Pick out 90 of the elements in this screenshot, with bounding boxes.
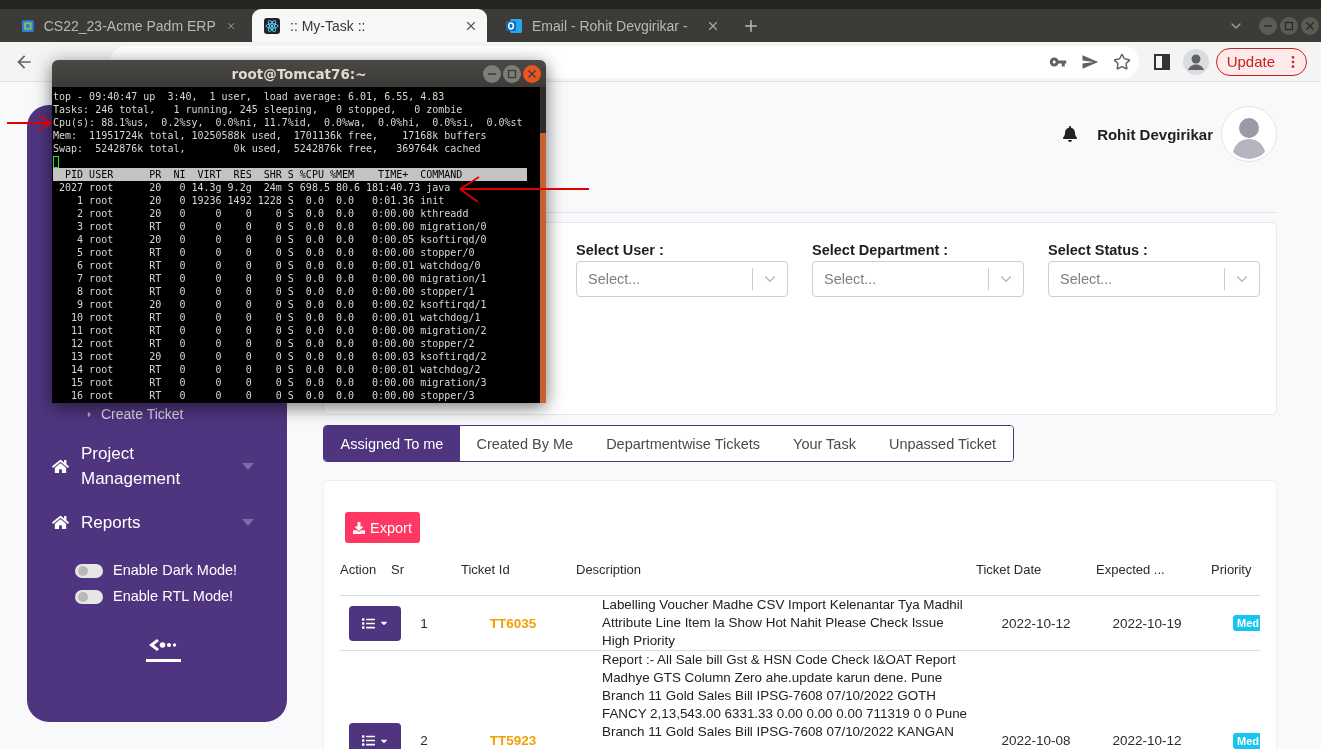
table-cell: 1 — [420, 615, 428, 631]
browser-tab[interactable]: :: My-Task :: — [252, 9, 487, 42]
update-button[interactable]: Update — [1215, 47, 1307, 76]
process-row-text: 11 root RT 0 0 0 0 S 0.0 0.0 0:00.00 migration/2 — [70, 324, 487, 337]
process-row-text: 16 root RT 0 0 0 0 S 0.0 0.0 0:00.00 stopper/3 — [70, 389, 475, 402]
column-header: Expected ... — [1096, 561, 1165, 577]
process-row-text: 9 root 20 0 0 0 0 S 0.0 0.0 0:00.02 ksoftirqd/1 — [76, 298, 487, 311]
toggle-label: Enable Dark Mode! — [113, 562, 238, 579]
terminal-line: Swap: 5242876k total, 0k used, 5242876k free, 369764k cached — [53, 142, 481, 155]
terminal-title: root@Tomcat76:~ — [231, 65, 367, 82]
user-name: Rohit Devgirikar — [1097, 125, 1213, 143]
download-icon — [353, 521, 365, 534]
tab[interactable]: Departmentwise Tickets — [589, 426, 777, 461]
collapse-arrow-icon[interactable] — [149, 639, 177, 651]
caret-down-icon — [242, 519, 254, 526]
scrollbar-thumb[interactable] — [540, 133, 546, 403]
process-row-text: 12 root RT 0 0 0 0 S 0.0 0.0 0:00.00 stopper/2 — [70, 337, 475, 350]
star-icon[interactable] — [1112, 52, 1131, 71]
sidebar-item[interactable]: Project Management — [27, 441, 287, 491]
terminal-line: Cpu(s): 88.1%us, 0.2%sy, 0.0%ni, 11.7%id, 0.0%wa, 0.0%hi, 0.0%si, 0.0%st — [53, 116, 523, 129]
tab[interactable]: Created By Me — [459, 426, 590, 461]
maximize-icon[interactable] — [503, 64, 521, 83]
process-row-text: 7 root RT 0 0 0 0 S 0.0 0.0 0:00.00 migration/1 — [76, 272, 487, 285]
column-header: Priority — [1211, 561, 1252, 577]
process-row-text: 1 root 20 0 19236 1492 1228 S 0.0 0.0 0:01.36 init — [76, 194, 445, 207]
mail-logo-icon — [506, 17, 522, 34]
select-field[interactable]: Select... — [576, 261, 788, 297]
bell-icon[interactable] — [1062, 126, 1079, 142]
priority-badge: Med — [1233, 615, 1260, 631]
column-header: Description — [576, 561, 642, 577]
filter-label: Select Department : — [812, 241, 950, 259]
table-cell: 2022-10-12 — [1112, 733, 1182, 748]
caret-down-icon — [242, 462, 254, 470]
profile-icon[interactable] — [1182, 48, 1209, 75]
process-row-text: 15 root RT 0 0 0 0 S 0.0 0.0 0:00.00 migration/3 — [70, 376, 487, 389]
select-field[interactable]: Select... — [1048, 261, 1260, 297]
action-menu-button[interactable] — [349, 723, 401, 749]
close-icon[interactable] — [523, 64, 541, 83]
table-cell: 2022-10-19 — [1112, 615, 1182, 631]
select-field[interactable]: Select... — [812, 261, 1024, 297]
sidebar-item[interactable]: Reports — [27, 510, 287, 535]
toggle-label: Enable RTL Mode! — [113, 588, 234, 605]
ticket-description: Report :- All Sale bill Gst & HSN Code Check I&OAT Report Madhye GTS Column Zero ahe.update karun dene. Pune Branch 11 Gold Sales Bill IPSG-7608 07/10/2022 GOTH FANCY 2,13,543.00 6331.33 0.00 0.00 0.00 711319 0 0 Pune Branch 11 Gold Sales Bill IPSG-7608 07/10/2022 KANGAN — [601, 651, 969, 741]
action-menu-button[interactable] — [349, 605, 401, 641]
process-row-text: 10 root RT 0 0 0 0 S 0.0 0.0 0:00.01 watchdog/1 — [70, 311, 481, 324]
cursor-icon — [53, 155, 59, 168]
export-button[interactable]: Export — [345, 512, 420, 543]
column-header: Sr — [391, 561, 404, 577]
process-row-text: 13 root 20 0 0 0 0 S 0.0 0.0 0:00.03 ksoftirqd/2 — [70, 350, 487, 363]
home-icon — [52, 514, 69, 531]
toggle-switch[interactable] — [75, 589, 103, 604]
side-panel-icon[interactable] — [1153, 53, 1170, 70]
process-row-text: 4 root 20 0 0 0 0 S 0.0 0.0 0:00.05 ksoftirqd/0 — [76, 233, 487, 246]
minimize-icon[interactable] — [483, 64, 501, 83]
browser-tab[interactable]: Email - Rohit Devgirikar - — [494, 9, 729, 42]
process-row-text: 2027 root 20 0 14.3g 9.2g 24m S 698.5 80.6 181:40.73 java — [58, 181, 451, 194]
sidebar-item[interactable]: Create Ticket — [27, 406, 227, 422]
caret-right-icon — [85, 409, 94, 419]
toggle-switch[interactable] — [75, 563, 103, 578]
column-header: Action — [340, 561, 377, 577]
home-icon — [52, 457, 69, 475]
tab[interactable]: Unpassed Ticket — [872, 426, 1013, 461]
column-header: Ticket Date — [976, 561, 1042, 577]
filter-label: Select User : — [576, 241, 665, 259]
process-row-text: 3 root RT 0 0 0 0 S 0.0 0.0 0:00.00 migration/0 — [76, 220, 487, 233]
list-icon — [361, 734, 375, 747]
priority-badge: Med — [1233, 732, 1260, 749]
process-row-text: 5 root RT 0 0 0 0 S 0.0 0.0 0:00.00 stopper/0 — [76, 246, 475, 259]
filter-label: Select Status : — [1048, 241, 1149, 259]
tab[interactable]: Assigned To me — [324, 426, 460, 461]
browser-tab[interactable]: CS22_23-Acme Padm ERP — [10, 9, 245, 42]
terminal-line: Tasks: 246 total, 1 running, 245 sleeping, 0 stopped, 0 zombie — [53, 103, 463, 116]
table-cell: 2022-10-08 — [1001, 733, 1071, 748]
process-table-header: PID USER PR NI VIRT RES SHR S %CPU %MEM TIME+ COMMAND — [53, 168, 527, 181]
process-row-text: 8 root RT 0 0 0 0 S 0.0 0.0 0:00.00 stopper/1 — [76, 285, 475, 298]
avatar-icon[interactable] — [1221, 106, 1277, 162]
process-row-text: 2 root 20 0 0 0 0 S 0.0 0.0 0:00.00 kthreadd — [76, 207, 469, 220]
column-header: Ticket Id — [461, 561, 510, 577]
table-cell: 2022-10-12 — [1001, 615, 1071, 631]
list-icon — [361, 616, 375, 630]
terminal-line: top - 09:40:47 up 3:40, 1 user, load average: 6.01, 6.55, 4.83 — [53, 90, 445, 103]
process-row-text: 6 root RT 0 0 0 0 S 0.0 0.0 0:00.01 watchdog/0 — [76, 259, 481, 272]
annotation-arrow — [7, 113, 53, 133]
process-row-text: 14 root RT 0 0 0 0 S 0.0 0.0 0:00.01 watchdog/2 — [70, 363, 481, 376]
table-cell: 2 — [420, 733, 428, 748]
terminal-line: Mem: 11951724k total, 10250588k used, 1701136k free, 17168k buffers — [53, 129, 487, 142]
ticket-description: Labelling Voucher Madhe CSV Import Kelenantar Tya Madhil Attribute Line Item la Show Hot Nahit Please Check Issue High Priority — [601, 596, 964, 650]
tab[interactable]: Your Task — [776, 426, 873, 461]
square-logo-icon — [22, 17, 34, 34]
atom-icon — [264, 17, 280, 34]
